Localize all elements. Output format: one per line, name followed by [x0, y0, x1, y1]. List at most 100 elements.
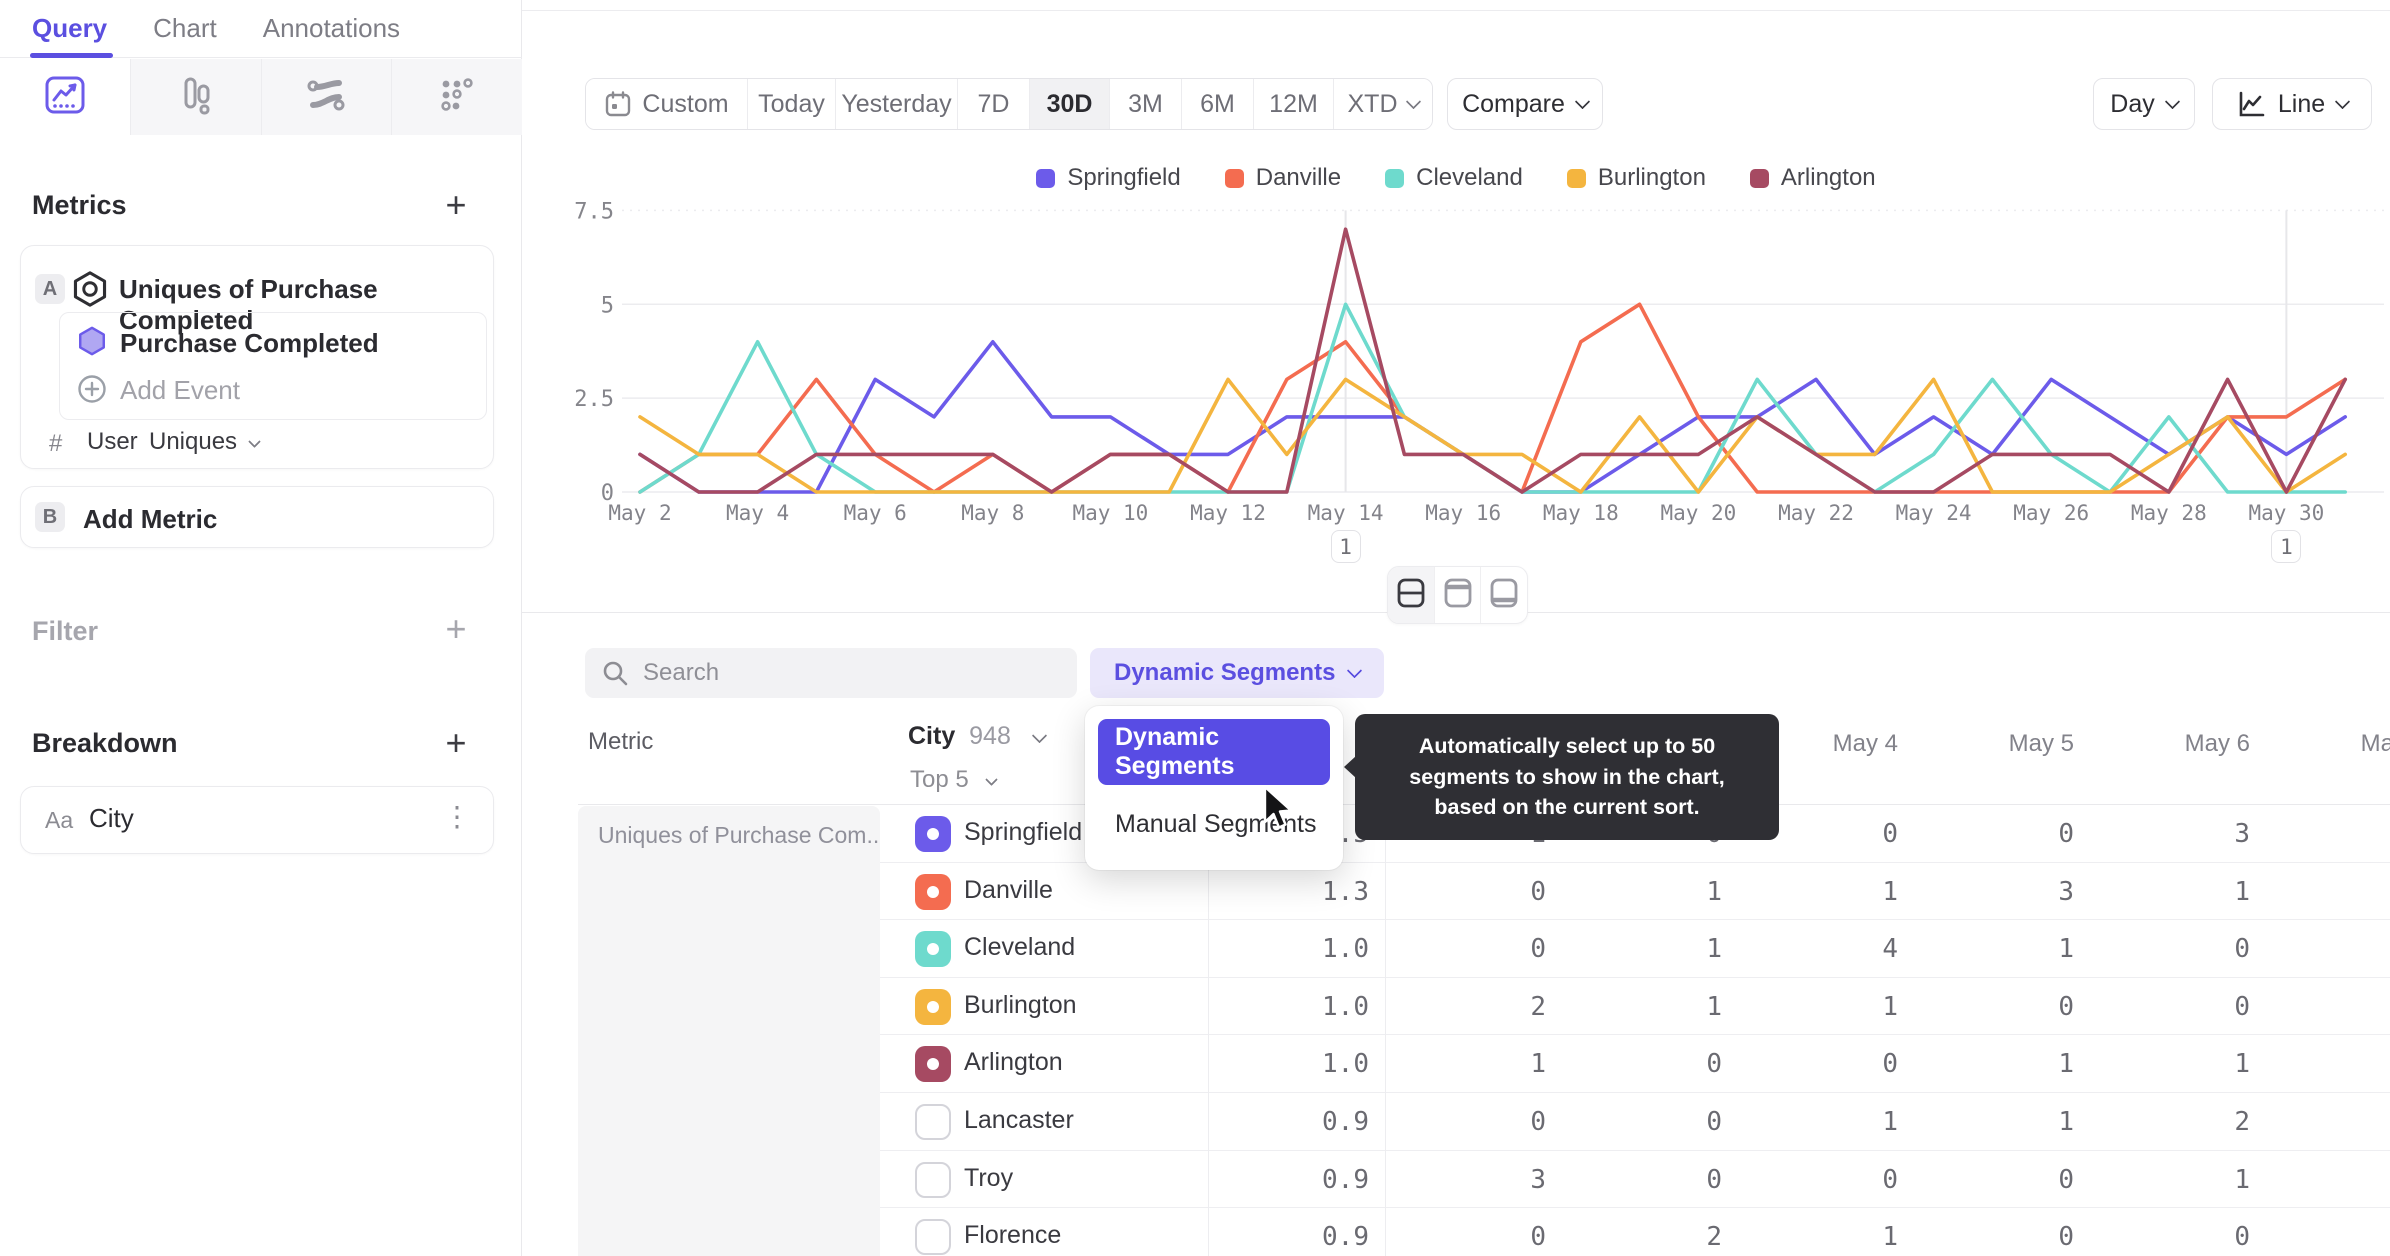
range-3m[interactable]: 3M [1110, 79, 1182, 129]
x-axis-tick: May 20 [1660, 501, 1736, 525]
add-metric-plus-button[interactable]: + [439, 184, 473, 225]
x-axis-tick: May 26 [2013, 501, 2089, 525]
split-view-icon [1394, 576, 1428, 615]
annotation-badge[interactable]: 1 [1330, 530, 1361, 563]
add-event-button[interactable]: Add Event [120, 375, 240, 406]
y-axis-tick: 5 [601, 293, 614, 318]
group-column-header[interactable]: City 948 [908, 722, 1048, 751]
compare-button[interactable]: Compare [1447, 78, 1603, 130]
x-axis-tick: May 30 [2248, 501, 2324, 525]
breakdown-section-title: Breakdown [32, 728, 178, 758]
granularity-button[interactable]: Day [2093, 78, 2195, 130]
table-row[interactable]: Danville 1.3 0 1 1 3 1 [880, 863, 2390, 921]
query-sidebar: Query Chart Annotations Metrics + A Uniq… [0, 0, 522, 1256]
layout-chart-only-button[interactable] [1435, 567, 1482, 623]
cell-value: 1 [1882, 876, 1898, 907]
checkbox-dot [927, 943, 939, 956]
cell-value: 3 [2234, 819, 2250, 849]
cell-value: 2 [2234, 1107, 2250, 1137]
x-axis-tick: May 12 [1190, 501, 1266, 525]
filter-section-title: Filter [32, 616, 99, 646]
cell-value: 0 [2234, 991, 2250, 1022]
top-n-selector[interactable]: Top 5 [910, 766, 999, 794]
chart-type-flow-button[interactable] [262, 59, 393, 135]
segment-checkbox[interactable] [915, 1219, 951, 1256]
search-input[interactable] [643, 659, 1061, 687]
x-axis-tick: May 14 [1308, 501, 1384, 525]
bottom-pane-icon [1487, 576, 1521, 615]
chevron-down-icon [248, 435, 262, 449]
annotation-badge-row: 11 [522, 530, 2390, 564]
segment-checkbox[interactable] [915, 873, 951, 910]
segment-checkbox[interactable] [915, 988, 951, 1025]
chevron-down-icon [2334, 93, 2351, 109]
metrics-section-title: Metrics [32, 190, 127, 220]
range-7d[interactable]: 7D [958, 79, 1030, 129]
table-row[interactable]: Lancaster 0.9 0 0 1 1 2 [880, 1093, 2390, 1151]
range-yesterday[interactable]: Yesterday [836, 79, 958, 129]
range-12m[interactable]: 12M [1254, 79, 1334, 129]
cell-value: 1 [1706, 876, 1722, 907]
cell-value: 0 [1530, 934, 1546, 965]
scatter-chart-icon [434, 72, 480, 123]
menu-item-dynamic-segments[interactable]: Dynamic Segments [1098, 719, 1330, 785]
segment-checkbox[interactable] [915, 816, 951, 852]
measure-user-selector[interactable]: User [87, 428, 138, 456]
event-name[interactable]: Purchase Completed [120, 328, 379, 359]
metric-card-a: A Uniques of Purchase Completed Purchase… [20, 245, 494, 469]
segment-mode-button[interactable]: Dynamic Segments [1090, 648, 1385, 698]
search-icon [601, 659, 629, 687]
tab-chart[interactable]: Chart [153, 0, 217, 58]
range-xtd[interactable]: XTD [1334, 79, 1432, 129]
table-row[interactable]: Troy 0.9 3 0 0 0 1 [880, 1151, 2390, 1209]
layout-table-only-button[interactable] [1481, 567, 1527, 623]
table-row[interactable]: Burlington 1.0 2 1 1 0 0 [880, 978, 2390, 1036]
y-axis-tick: 2.5 [574, 387, 614, 412]
cell-value: 1 [2234, 1049, 2250, 1080]
chart-type-line-button[interactable] [0, 59, 131, 135]
tab-annotations[interactable]: Annotations [263, 0, 400, 58]
cell-value: 1 [2234, 1164, 2250, 1195]
add-breakdown-plus-button[interactable]: + [439, 722, 473, 763]
segment-name: Troy [964, 1163, 1014, 1192]
menu-item-manual-segments[interactable]: Manual Segments [1098, 791, 1330, 857]
breakdown-city-card[interactable]: Aa City ⋮ [20, 786, 494, 854]
chart-style-button[interactable]: Line [2212, 78, 2372, 130]
range-30d[interactable]: 30D [1030, 79, 1110, 129]
measure-type-selector[interactable]: Uniques [149, 428, 262, 456]
kebab-menu-icon[interactable]: ⋮ [443, 803, 471, 831]
cell-value: 0 [1530, 876, 1546, 907]
range-today[interactable]: Today [748, 79, 836, 129]
date-column-header: May 7 [2360, 730, 2390, 757]
range-6m[interactable]: 6M [1182, 79, 1254, 129]
annotation-badge[interactable]: 1 [2271, 530, 2302, 563]
metric-b-badge: B [35, 502, 65, 532]
tab-query[interactable]: Query [29, 0, 114, 58]
segment-checkbox[interactable] [915, 1161, 951, 1198]
segment-checkbox[interactable] [915, 931, 951, 968]
segment-name: Danville [964, 875, 1053, 904]
segment-checkbox[interactable] [915, 1046, 951, 1083]
bar-chart-icon [173, 72, 219, 123]
cell-value: 0 [1530, 1107, 1546, 1137]
segment-average: 1.0 [1322, 1049, 1369, 1080]
breakdown-property-name: City [89, 803, 134, 833]
cell-value: 0 [1706, 1107, 1722, 1137]
add-filter-plus-button[interactable]: + [439, 608, 473, 649]
date-range-segmented-control: Custom Today Yesterday 7D 30D 3M 6M 12M XTD [585, 78, 1433, 130]
cell-value: 2 [1530, 991, 1546, 1022]
layout-split-view-button[interactable] [1388, 567, 1435, 623]
segment-name: Burlington [964, 990, 1077, 1019]
table-row[interactable]: Arlington 1.0 1 0 0 1 1 [880, 1035, 2390, 1093]
y-axis-tick: 7.5 [574, 199, 614, 224]
chart-type-scatter-button[interactable] [392, 59, 522, 135]
cell-value: 0 [1530, 1222, 1546, 1253]
table-row[interactable]: Florence 0.9 0 2 1 0 0 [880, 1208, 2390, 1256]
range-custom[interactable]: Custom [586, 79, 748, 129]
table-row[interactable]: Cleveland 1.0 0 1 4 1 0 [880, 920, 2390, 978]
metric-card-b[interactable]: B Add Metric [20, 486, 494, 548]
segment-checkbox[interactable] [915, 1104, 951, 1140]
chart-type-bar-button[interactable] [131, 59, 262, 135]
cell-value: 0 [1882, 1164, 1898, 1195]
metric-cell: Uniques of Purchase Com... [578, 806, 880, 1256]
